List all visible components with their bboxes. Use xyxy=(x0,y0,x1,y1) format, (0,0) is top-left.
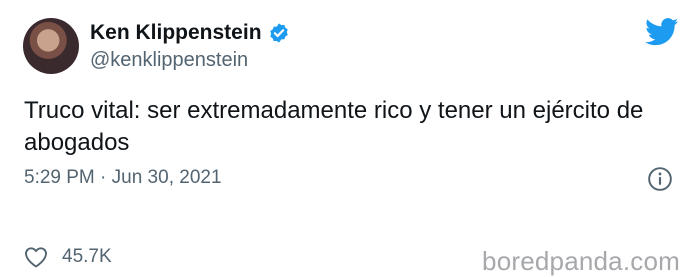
author-handle[interactable]: @kenklippenstein xyxy=(90,49,248,72)
verified-badge-icon xyxy=(269,23,288,43)
heart-icon xyxy=(25,247,47,268)
author-display-name[interactable]: Ken Klippenstein xyxy=(90,21,262,45)
tweet-timestamp[interactable]: 5:29 PM · Jun 30, 2021 xyxy=(24,167,222,189)
twitter-bird-icon[interactable] xyxy=(645,18,679,46)
tweet-text: Truco vital: ser extremadamente rico y t… xyxy=(24,97,644,156)
avatar[interactable] xyxy=(23,18,79,74)
author-name-row: Ken Klippenstein xyxy=(90,21,290,45)
info-icon[interactable] xyxy=(647,166,673,192)
like-count: 45.7K xyxy=(62,246,112,267)
like-button[interactable]: 45.7K xyxy=(24,246,112,268)
watermark: boredpanda.com xyxy=(482,246,680,276)
